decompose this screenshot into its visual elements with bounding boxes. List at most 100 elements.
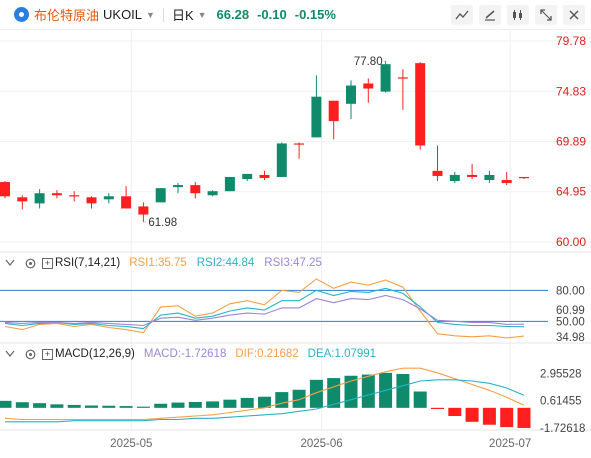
chart-grid <box>0 30 591 431</box>
fullscreen-button[interactable] <box>535 5 557 25</box>
toolbar: 布伦特原油 UKOIL ▼ 日K ▼ 66.28 -0.10 -0.15% <box>0 0 591 30</box>
candle-body <box>51 193 62 196</box>
rsi-settings-gear-icon[interactable] <box>24 257 36 269</box>
toolbar-divider <box>162 7 164 22</box>
macd-histogram-bar <box>119 406 133 408</box>
macd-histogram-bar <box>448 407 462 416</box>
macd-histogram-bar <box>240 397 254 408</box>
macd-settings-gear-icon[interactable] <box>24 348 36 360</box>
price-axis-tick-label: 79.78 <box>556 34 586 48</box>
candle-body <box>103 196 114 200</box>
candle-body <box>328 100 339 122</box>
macd-histogram-bar <box>517 407 531 428</box>
close-icon <box>569 10 579 20</box>
x-axis-tick-label: 2025-07 <box>489 438 531 450</box>
instrument-logo-icon <box>14 7 29 22</box>
macd-histogram-bar <box>0 400 12 408</box>
macd-collapse-chevron-icon[interactable] <box>4 348 16 360</box>
candle-body <box>138 206 149 215</box>
interval-dropdown-chevron-icon[interactable]: ▼ <box>198 10 207 20</box>
macd-value: MACD:-1.72618 <box>143 348 227 360</box>
high-price-label: 77.80 <box>354 56 383 68</box>
macd-histogram-bar <box>102 405 116 408</box>
candle-body <box>363 83 374 89</box>
candle-body <box>346 85 356 104</box>
indicator-button[interactable] <box>451 5 473 25</box>
macd-histogram-bar <box>396 374 410 408</box>
macd-histogram-bar <box>223 399 237 408</box>
macd-histogram-bar <box>50 404 64 408</box>
rsi-axis-tick-label: 50.00 <box>556 316 585 328</box>
rsi-axis-tick-label: 80.00 <box>556 285 585 297</box>
macd-toggle-icon[interactable]: + <box>42 348 53 360</box>
candle-body <box>501 180 512 184</box>
macd-histogram-bar <box>15 402 29 408</box>
macd-indicator-label: MACD(12,26,9) <box>55 348 135 360</box>
candle-body <box>173 185 183 188</box>
candle-body <box>449 174 460 182</box>
macd-axis-tick-label: 2.95528 <box>540 368 582 380</box>
low-price-label: 61.98 <box>148 217 177 229</box>
rsi-panel <box>0 278 548 339</box>
macd-histogram-bar <box>85 405 98 408</box>
instrument-name: 布伦特原油 <box>34 8 100 23</box>
rsi-indicator-label: RSI(7,14,21) <box>55 257 121 269</box>
candle-body <box>17 197 28 202</box>
macd-series-line <box>4 367 525 421</box>
symbol-dropdown-chevron-icon[interactable]: ▼ <box>146 10 155 20</box>
candle-body <box>0 182 10 197</box>
macd-histogram-bar <box>171 402 185 408</box>
candle-body <box>190 185 201 194</box>
candle-body <box>484 174 495 181</box>
candle-body <box>34 193 45 204</box>
fullscreen-icon <box>540 9 552 21</box>
price-change-percent: -0.15% <box>294 7 336 22</box>
candle-body <box>397 77 408 79</box>
macd-histogram-bar <box>67 404 81 408</box>
draw-icon <box>485 10 495 21</box>
candle-type-button[interactable] <box>507 5 529 25</box>
macd-histogram-bar <box>361 374 375 408</box>
rsi-toggle-icon[interactable]: + <box>42 257 53 269</box>
price-change: -0.10 <box>257 7 287 22</box>
interval-selector[interactable]: 日K <box>172 5 194 24</box>
macd-histogram-bar <box>309 379 323 408</box>
macd-histogram-bar <box>500 407 514 428</box>
candle-body <box>155 188 166 203</box>
rsi-legend: + RSI(7,14,21) RSI1:35.75 RSI2:44.84 RSI… <box>0 255 322 271</box>
dif-value: DIF:0.21682 <box>235 348 299 360</box>
rsi1-value: RSI1:35.75 <box>129 257 187 269</box>
macd-histogram-bar <box>482 407 496 425</box>
candle-body <box>207 191 218 196</box>
candle-body <box>380 64 391 92</box>
candle-body <box>242 173 253 179</box>
candle-body <box>86 197 97 204</box>
candle-body <box>121 196 132 209</box>
candle-body <box>224 176 235 192</box>
candle-body <box>259 174 270 178</box>
symbol-selector[interactable]: UKOIL <box>103 7 142 22</box>
close-button[interactable] <box>563 5 585 25</box>
rsi-collapse-chevron-icon[interactable] <box>4 257 16 269</box>
macd-histogram-bar <box>465 407 479 422</box>
macd-histogram-bar <box>154 403 168 408</box>
draw-button[interactable] <box>479 5 501 25</box>
macd-axis-tick-label: 0.61455 <box>540 396 582 408</box>
price-axis-tick-label: 60.00 <box>556 235 586 249</box>
kline-chart[interactable]: 77.80 61.98 2025-05 2025-06 2025-07 79.78 74.… <box>0 30 591 458</box>
candle-body <box>467 174 478 177</box>
price-axis-tick-label: 64.95 <box>556 185 586 199</box>
macd-histogram-bar <box>136 406 150 408</box>
rsi-axis-tick-label: 60.99 <box>556 305 585 317</box>
candle-body <box>519 176 529 179</box>
macd-panel <box>0 367 531 428</box>
macd-histogram-bar <box>413 391 427 408</box>
macd-histogram-bar <box>275 392 289 408</box>
macd-legend: + MACD(12,26,9) MACD:-1.72618 DIF:0.2168… <box>0 346 376 362</box>
macd-histogram-bar <box>33 403 47 408</box>
candle-body <box>311 96 322 138</box>
candle-body <box>276 143 287 177</box>
candle-body <box>432 170 443 176</box>
candle-body <box>294 143 305 145</box>
candle-type-icon <box>513 10 522 20</box>
